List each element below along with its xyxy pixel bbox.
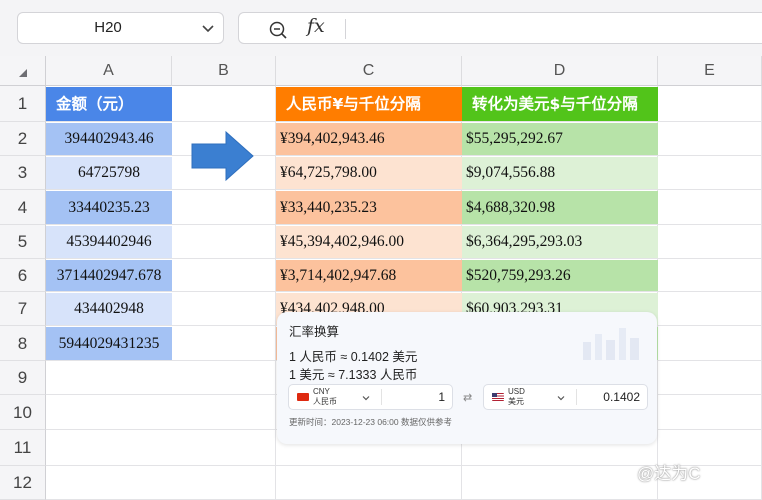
usa-flag-icon bbox=[492, 393, 504, 401]
name-box-value: H20 bbox=[94, 19, 122, 36]
cell-d3[interactable]: $9,074,556.88 bbox=[462, 157, 658, 189]
column-header-e[interactable]: E bbox=[658, 56, 762, 86]
to-currency-name: 美元 bbox=[508, 397, 524, 406]
city-skyline-decor bbox=[583, 328, 639, 360]
cell-c1-header[interactable]: 人民币¥与千位分隔 bbox=[276, 87, 462, 121]
row-header-2[interactable]: 2 bbox=[0, 122, 46, 156]
row-header-7[interactable]: 7 bbox=[0, 292, 46, 326]
cell-a5[interactable]: 45394402946 bbox=[46, 226, 172, 258]
cell-d5[interactable]: $6,364,295,293.03 bbox=[462, 226, 658, 258]
cell-d2[interactable]: $55,295,292.67 bbox=[462, 123, 658, 155]
cell-a3[interactable]: 64725798 bbox=[46, 157, 172, 189]
cell-c3[interactable]: ¥64,725,798.00 bbox=[276, 157, 462, 189]
function-icon[interactable]: fx bbox=[307, 15, 325, 37]
cell-a8[interactable]: 5944029431235 bbox=[46, 327, 172, 360]
field-divider bbox=[381, 389, 382, 405]
select-all-icon bbox=[19, 69, 27, 77]
row-header-6[interactable]: 6 bbox=[0, 259, 46, 292]
chevron-down-icon[interactable] bbox=[361, 393, 371, 403]
gridline bbox=[46, 258, 762, 259]
china-flag-icon bbox=[297, 393, 309, 401]
row-header-4[interactable]: 4 bbox=[0, 190, 46, 225]
from-amount-input[interactable]: 1 bbox=[438, 390, 445, 404]
chevron-down-icon bbox=[202, 25, 214, 33]
chevron-down-icon[interactable] bbox=[556, 393, 566, 403]
gridline bbox=[46, 189, 762, 190]
column-header-c[interactable]: C bbox=[276, 56, 462, 86]
converter-title: 汇率换算 bbox=[289, 325, 340, 339]
swap-icon[interactable]: ⇄ bbox=[463, 391, 472, 404]
watermark-text: @达为C bbox=[637, 464, 701, 483]
toolbar: H20 fx bbox=[0, 0, 762, 57]
row-header-3[interactable]: 3 bbox=[0, 156, 46, 190]
row-header-9[interactable]: 9 bbox=[0, 361, 46, 395]
cell-a4[interactable]: 33440235.23 bbox=[46, 191, 172, 224]
gridline bbox=[46, 155, 762, 156]
column-header-b[interactable]: B bbox=[172, 56, 276, 86]
to-currency-code: USD bbox=[508, 387, 525, 396]
row-header-10[interactable]: 10 bbox=[0, 395, 46, 430]
field-divider bbox=[576, 389, 577, 405]
currency-converter-card: 汇率换算 1 人民币 ≈ 0.1402 美元 1 美元 ≈ 7.1333 人民币… bbox=[277, 312, 657, 444]
from-currency-name: 人民币 bbox=[313, 397, 337, 406]
cell-a1-header[interactable]: 金额（元） bbox=[46, 87, 172, 121]
formula-separator bbox=[345, 19, 346, 39]
cell-d6[interactable]: $520,759,293.26 bbox=[462, 260, 658, 291]
cell-a2[interactable]: 394402943.46 bbox=[46, 123, 172, 155]
to-amount-output: 0.1402 bbox=[603, 390, 640, 404]
row-header-8[interactable]: 8 bbox=[0, 326, 46, 361]
cell-a7[interactable]: 434402948 bbox=[46, 293, 172, 325]
cell-d1-header[interactable]: 转化为美元$与千位分隔 bbox=[462, 87, 658, 121]
converter-footer: 更新时间：2023-12-23 06:00 数据仅供参考 bbox=[289, 417, 452, 427]
column-header-d[interactable]: D bbox=[462, 56, 658, 86]
rate-usd-cny: 1 美元 ≈ 7.1333 人民币 bbox=[289, 368, 418, 382]
gridline bbox=[46, 224, 762, 225]
rate-cny-usd: 1 人民币 ≈ 0.1402 美元 bbox=[289, 350, 418, 364]
select-all-corner[interactable] bbox=[0, 56, 46, 86]
column-header-a[interactable]: A bbox=[46, 56, 172, 86]
row-header-1[interactable]: 1 bbox=[0, 86, 46, 122]
gridline bbox=[46, 121, 762, 122]
formula-bar[interactable]: fx bbox=[238, 12, 762, 44]
from-currency-code: CNY bbox=[313, 387, 330, 396]
cell-c6[interactable]: ¥3,714,402,947.68 bbox=[276, 260, 462, 291]
row-header-12[interactable]: 12 bbox=[0, 466, 46, 500]
right-arrow-shape bbox=[191, 130, 254, 182]
cell-a6[interactable]: 3714402947.678 bbox=[46, 260, 172, 291]
cell-c2[interactable]: ¥394,402,943.46 bbox=[276, 123, 462, 155]
from-currency-field[interactable]: CNY 人民币 1 bbox=[288, 384, 453, 410]
name-box[interactable]: H20 bbox=[17, 12, 224, 44]
zoom-out-icon[interactable] bbox=[268, 20, 288, 40]
row-header-11[interactable]: 11 bbox=[0, 430, 46, 466]
to-currency-field[interactable]: USD 美元 0.1402 bbox=[483, 384, 648, 410]
row-header-5[interactable]: 5 bbox=[0, 225, 46, 259]
gridline bbox=[46, 291, 762, 292]
cell-d4[interactable]: $4,688,320.98 bbox=[462, 191, 658, 224]
cell-c4[interactable]: ¥33,440,235.23 bbox=[276, 191, 462, 224]
cell-c5[interactable]: ¥45,394,402,946.00 bbox=[276, 226, 462, 258]
